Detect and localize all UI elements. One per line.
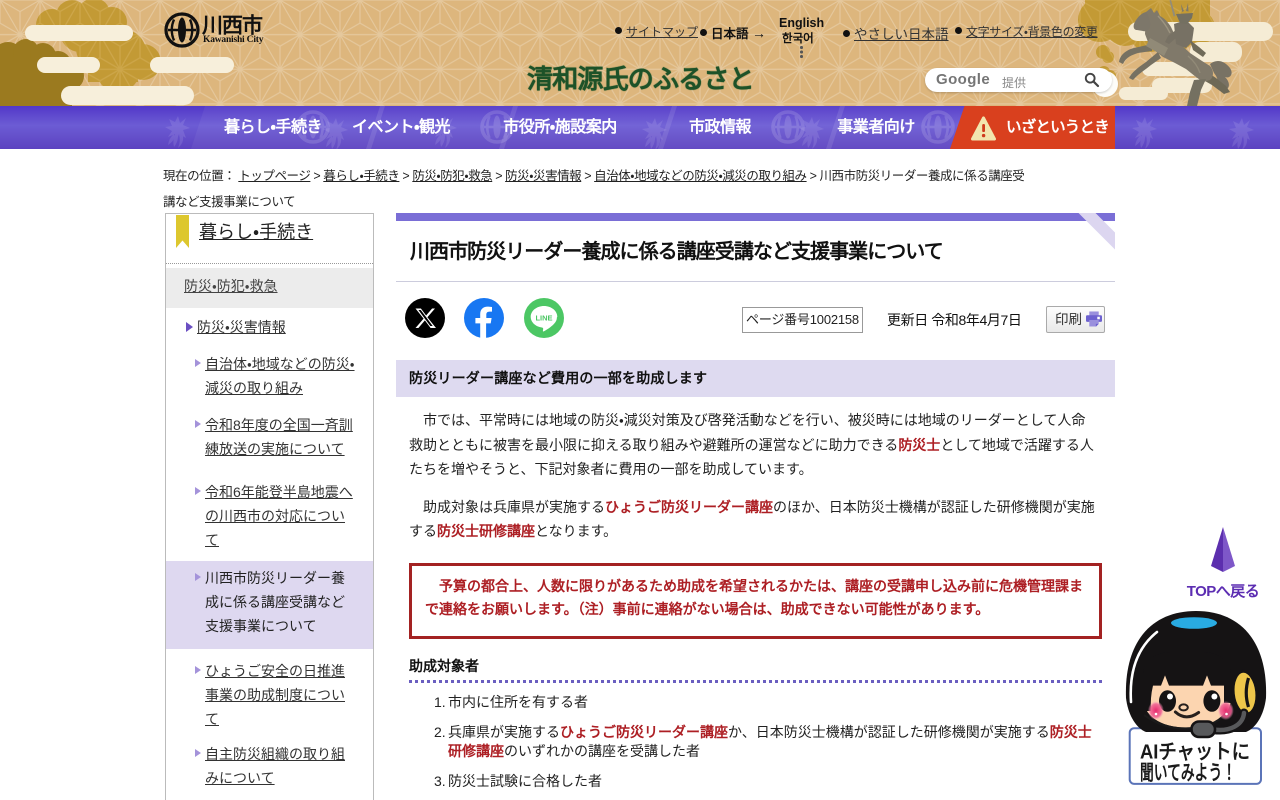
svg-text:聞いてみよう！: 聞いてみよう！ [1140,762,1236,785]
svg-text:AIチャットに: AIチャットに [1140,741,1250,764]
svg-text:LINE: LINE [535,314,552,323]
svg-text:川西市: 川西市 [201,14,263,38]
svg-text:Kawanishi City: Kawanishi City [203,35,264,45]
